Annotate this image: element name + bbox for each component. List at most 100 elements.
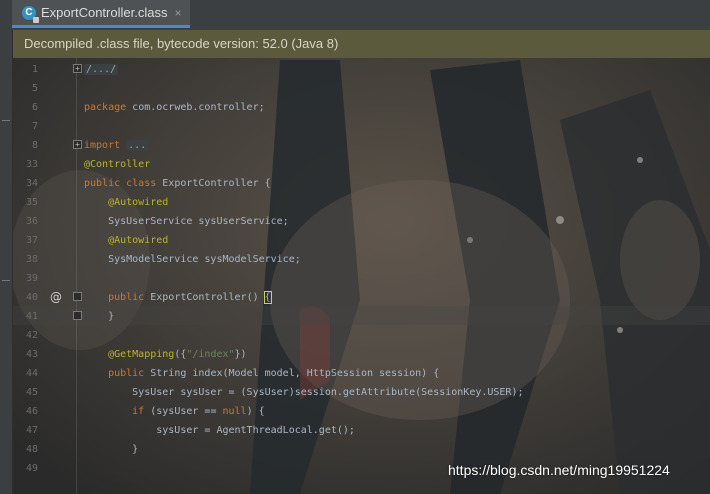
code-line[interactable]: 34 public class ExportController { <box>12 174 710 193</box>
code-text[interactable]: if (sysUser == null) { <box>84 402 265 421</box>
line-number[interactable]: 35 <box>12 193 38 212</box>
code-token: String index(Model model, HttpSession se… <box>150 368 440 379</box>
code-line[interactable]: 41 } <box>12 307 710 326</box>
line-number[interactable]: 45 <box>12 383 38 402</box>
line-number[interactable]: 39 <box>12 269 38 288</box>
line-number[interactable]: 40 <box>12 288 38 307</box>
line-number[interactable]: 7 <box>12 117 38 136</box>
code-text[interactable]: @GetMapping({"/index"}) <box>84 345 247 364</box>
code-token: com.ocrweb.controller; <box>132 102 265 113</box>
code-token: package <box>84 102 133 113</box>
decompiled-banner: Decompiled .class file, bytecode version… <box>12 30 710 58</box>
code-line[interactable]: 43 @GetMapping({"/index"}) <box>12 345 710 364</box>
code-token: SysModelService sysModelService; <box>84 254 301 265</box>
code-token: "/index" <box>186 349 235 360</box>
code-text[interactable]: @Autowired <box>84 231 168 250</box>
code-line[interactable]: 36 SysUserService sysUserService; <box>12 212 710 231</box>
tab-label: ExportController.class <box>41 5 168 20</box>
code-line[interactable]: 5 <box>12 79 710 98</box>
code-token: { <box>263 291 272 304</box>
code-text[interactable]: public ExportController() { <box>84 288 272 307</box>
code-token: public <box>84 292 151 303</box>
code-text[interactable]: SysUserService sysUserService; <box>84 212 289 231</box>
line-number[interactable]: 47 <box>12 421 38 440</box>
line-number[interactable]: 41 <box>12 307 38 326</box>
close-icon[interactable]: × <box>174 6 181 20</box>
code-text[interactable]: SysModelService sysModelService; <box>84 250 301 269</box>
code-text[interactable]: package com.ocrweb.controller; <box>84 98 265 117</box>
code-token: public <box>84 368 151 379</box>
fold-marker-icon[interactable] <box>73 311 82 320</box>
line-number[interactable]: 48 <box>12 440 38 459</box>
line-number[interactable]: 42 <box>12 326 38 345</box>
code-token: } <box>84 311 115 322</box>
code-text[interactable]: public String index(Model model, HttpSes… <box>84 364 439 383</box>
code-token: @Autowired <box>84 235 169 246</box>
line-number[interactable]: 5 <box>12 79 38 98</box>
code-token: @Controller <box>84 159 151 170</box>
code-token: }) <box>234 349 247 360</box>
line-number[interactable]: 34 <box>12 174 38 193</box>
code-token: sysUser = AgentThreadLocal.get(); <box>84 425 355 436</box>
code-token: @GetMapping <box>84 349 175 360</box>
code-token: @Autowired <box>84 197 169 208</box>
line-number[interactable]: 36 <box>12 212 38 231</box>
code-text[interactable]: @Autowired <box>84 193 168 212</box>
code-line[interactable]: 40 @ public ExportController() { <box>12 288 710 307</box>
code-line[interactable]: 42 <box>12 326 710 345</box>
editor-tab-bar: C ExportController.class × <box>0 0 710 31</box>
code-line[interactable]: 48 } <box>12 440 710 459</box>
line-number[interactable]: 46 <box>12 402 38 421</box>
code-line[interactable]: 35 @Autowired <box>12 193 710 212</box>
fold-expand-icon[interactable]: + <box>73 64 82 73</box>
watermark-text: https://blog.csdn.net/ming19951224 <box>448 462 670 478</box>
code-text[interactable]: SysUser sysUser = (SysUser)session.getAt… <box>84 383 524 402</box>
line-number[interactable]: 37 <box>12 231 38 250</box>
class-file-icon: C <box>22 5 39 23</box>
line-number[interactable]: 1 <box>12 60 38 79</box>
code-token: ExportController() <box>150 292 265 303</box>
code-line[interactable]: 46 if (sysUser == null) { <box>12 402 710 421</box>
code-text[interactable]: } <box>84 307 114 326</box>
code-line[interactable]: 37 @Autowired <box>12 231 710 250</box>
code-text[interactable]: import ... <box>84 136 149 155</box>
tab-export-controller[interactable]: C ExportController.class × <box>12 0 190 28</box>
code-token: import <box>84 140 127 151</box>
line-number[interactable]: 8 <box>12 136 38 155</box>
code-token: SysUser sysUser = (SysUser)session.getAt… <box>84 387 524 398</box>
code-line[interactable]: 8 + import ... <box>12 136 710 155</box>
code-line[interactable]: 1 +/.../ <box>12 60 710 79</box>
code-line[interactable]: 47 sysUser = AgentThreadLocal.get(); <box>12 421 710 440</box>
override-marker-icon[interactable]: @ <box>50 288 62 307</box>
fold-marker-icon[interactable] <box>73 292 82 301</box>
code-token: ({ <box>174 349 187 360</box>
line-number[interactable]: 6 <box>12 98 38 117</box>
line-number[interactable]: 43 <box>12 345 38 364</box>
code-token: public class <box>84 178 163 189</box>
code-line[interactable]: 33 @Controller <box>12 155 710 174</box>
line-number[interactable]: 33 <box>12 155 38 174</box>
line-number[interactable]: 38 <box>12 250 38 269</box>
code-text[interactable]: sysUser = AgentThreadLocal.get(); <box>84 421 355 440</box>
code-token: if <box>84 406 151 417</box>
code-line[interactable]: 39 <box>12 269 710 288</box>
code-text[interactable]: @Controller <box>84 155 150 174</box>
code-text[interactable]: public class ExportController { <box>84 174 271 193</box>
code-text[interactable]: /.../ <box>84 60 119 79</box>
code-token: SysUserService sysUserService; <box>84 216 289 227</box>
code-line[interactable]: 45 SysUser sysUser = (SysUser)session.ge… <box>12 383 710 402</box>
code-token: ... <box>126 140 149 151</box>
line-number[interactable]: 49 <box>12 459 38 478</box>
fold-expand-icon[interactable]: + <box>73 140 82 149</box>
code-line[interactable]: 7 <box>12 117 710 136</box>
code-line[interactable]: 38 SysModelService sysModelService; <box>12 250 710 269</box>
code-token: ExportController { <box>162 178 271 189</box>
code-text[interactable]: } <box>84 440 138 459</box>
code-line[interactable]: 6 package com.ocrweb.controller; <box>12 98 710 117</box>
code-token: ) { <box>246 406 265 417</box>
code-token: null <box>222 406 247 417</box>
code-token: } <box>84 444 139 455</box>
code-line[interactable]: 44 public String index(Model model, Http… <box>12 364 710 383</box>
line-number[interactable]: 44 <box>12 364 38 383</box>
code-token: (sysUser == <box>150 406 223 417</box>
